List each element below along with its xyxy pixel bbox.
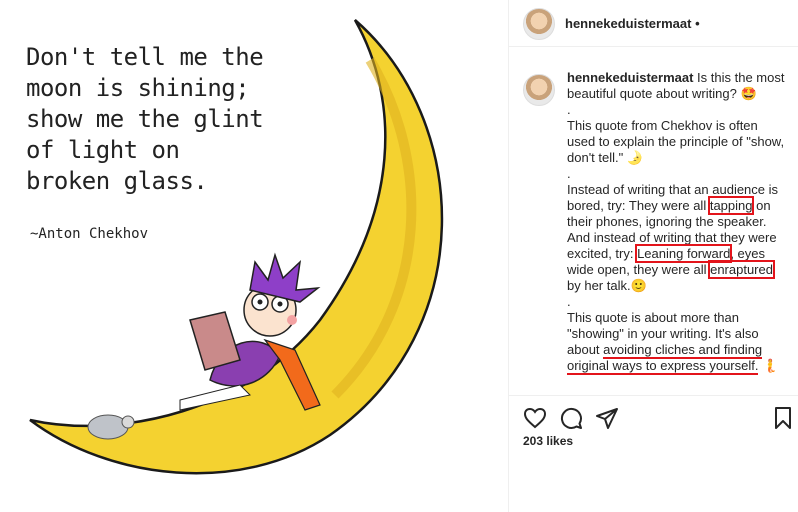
caption-p4-b: 🧜 — [758, 358, 779, 373]
caption-p3-d: by her talk.🙂 — [567, 278, 647, 293]
quote-line: Don't tell me the — [26, 43, 264, 71]
caption-username[interactable]: hennekeduistermaat — [567, 70, 693, 85]
instagram-post: Don't tell me the moon is shining; show … — [0, 0, 798, 512]
quote-line: broken glass. — [26, 167, 208, 195]
header-username-text[interactable]: hennekeduistermaat — [565, 16, 691, 31]
heart-icon[interactable] — [523, 406, 547, 430]
bookmark-icon[interactable] — [771, 406, 795, 430]
caption-dot: . — [567, 166, 571, 181]
quote-line: of light on — [26, 136, 180, 164]
follow-dot: • — [695, 16, 700, 31]
quote-author: ~Anton Chekhov — [30, 226, 149, 242]
highlight-leaning-forward: Leaning forward — [635, 244, 733, 263]
action-bar — [509, 395, 798, 436]
quote-text: Don't tell me the moon is shining; show … — [26, 42, 286, 197]
post-image[interactable]: Don't tell me the moon is shining; show … — [0, 0, 508, 512]
comment-icon[interactable] — [559, 406, 583, 430]
caption-dot: . — [567, 102, 571, 117]
caption-avatar[interactable] — [523, 74, 555, 106]
highlight-tapping: tapping — [707, 196, 755, 215]
highlight-enraptured: enraptured — [708, 260, 775, 279]
share-icon[interactable] — [595, 406, 619, 430]
quote-line: moon is shining; — [26, 74, 250, 102]
caption: hennekeduistermaat Is this the most beau… — [567, 70, 789, 375]
likes-count[interactable]: 203 likes — [523, 434, 573, 448]
avatar[interactable] — [523, 8, 555, 40]
caption-line2: This quote from Chekhov is often used to… — [567, 118, 785, 165]
header-username[interactable]: hennekeduistermaat • — [565, 16, 700, 31]
post-sidebar: hennekeduistermaat • hennekeduistermaat … — [508, 0, 798, 512]
caption-dot: . — [567, 294, 571, 309]
quote-line: show me the glint — [26, 105, 264, 133]
post-header: hennekeduistermaat • — [509, 0, 798, 47]
